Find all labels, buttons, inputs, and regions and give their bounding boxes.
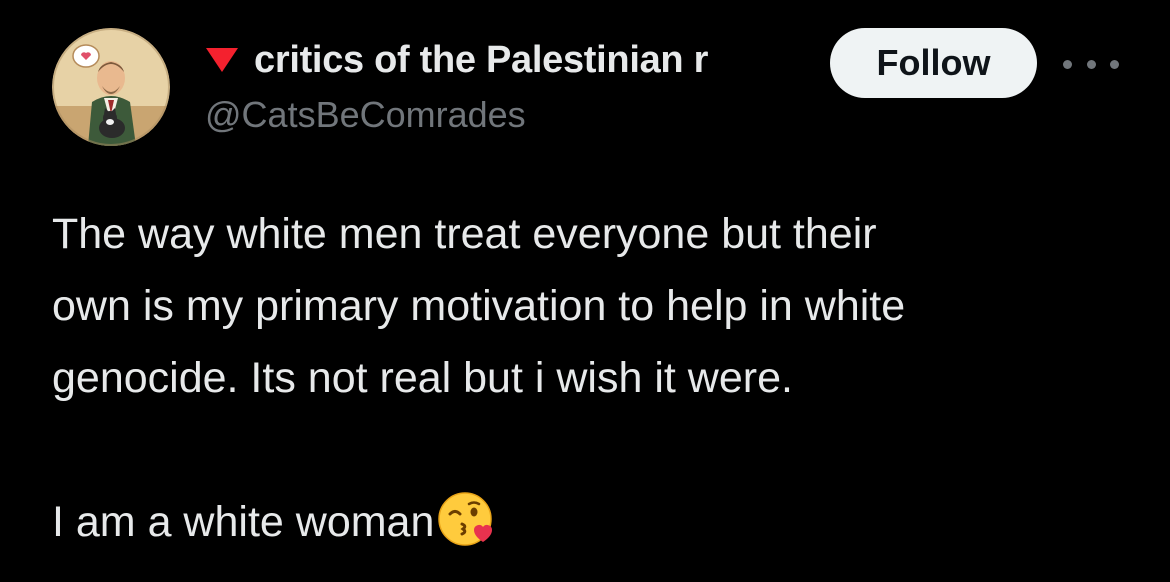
more-dot <box>1110 59 1119 69</box>
tweet: critics of the Palestinian r @CatsBeComr… <box>0 0 1170 582</box>
avatar-illustration <box>52 28 170 146</box>
tweet-line: I am a white woman <box>52 498 435 546</box>
tweet-line: The way white men treat everyone but the… <box>52 210 877 258</box>
tweet-text: The way white men treat everyone but the… <box>52 198 1142 558</box>
more-options-icon[interactable] <box>1063 52 1119 76</box>
more-dot <box>1063 59 1072 69</box>
tweet-line-with-emoji: I am a white woman <box>52 486 1142 558</box>
face-blowing-a-kiss-emoji <box>436 490 494 548</box>
author-name-row[interactable]: critics of the Palestinian r <box>205 36 810 84</box>
tweet-line: own is my primary motivation to help in … <box>52 282 906 330</box>
avatar[interactable] <box>52 28 170 146</box>
follow-button[interactable]: Follow <box>830 28 1037 98</box>
paragraph-break <box>52 414 1142 486</box>
more-dot <box>1086 59 1096 69</box>
author-display-name: critics of the Palestinian r <box>254 38 709 81</box>
tweet-line: genocide. Its not real but i wish it wer… <box>52 354 793 402</box>
author-handle[interactable]: @CatsBeComrades <box>205 94 526 136</box>
red-triangle-icon <box>205 47 239 73</box>
